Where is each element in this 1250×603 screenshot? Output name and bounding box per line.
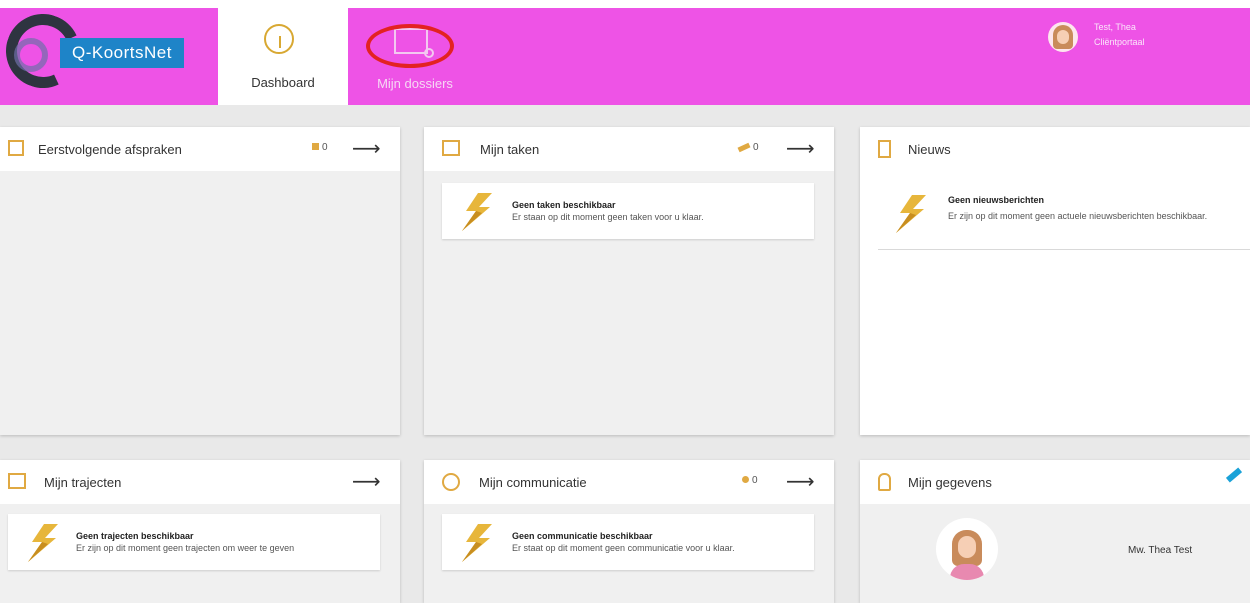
profile-name: Mw. Thea Test	[1128, 545, 1193, 556]
list-item: Geen taken beschikbaar Er staan op dit m…	[442, 183, 814, 239]
card-trajecten-header[interactable]: Mijn trajecten ⟶	[0, 460, 400, 504]
trajecten-empty-title: Geen trajecten beschikbaar	[76, 531, 194, 541]
card-afspraken-header[interactable]: Eerstvolgende afspraken 0 ⟶	[0, 127, 400, 171]
card-nieuws-title: Nieuws	[908, 142, 951, 157]
person-icon	[878, 473, 891, 491]
gauge-icon	[264, 24, 294, 54]
arrow-right-icon[interactable]: ⟶	[352, 136, 381, 161]
communicatie-empty-title: Geen communicatie beschikbaar	[512, 531, 653, 541]
card-gegevens-title: Mijn gegevens	[908, 475, 992, 490]
highlight-circle	[366, 24, 454, 68]
afspraken-count: 0	[312, 142, 328, 153]
arrow-right-icon[interactable]: ⟶	[786, 136, 815, 161]
list-item: Geen trajecten beschikbaar Er zijn op di…	[8, 514, 380, 570]
user-name: Test, Thea	[1094, 22, 1136, 32]
taken-empty-title: Geen taken beschikbaar	[512, 200, 616, 210]
list-item: Geen nieuwsberichten Er zijn op dit mome…	[878, 181, 1250, 249]
user-role: Cliëntportaal	[1094, 37, 1145, 47]
card-communicatie: Mijn communicatie 0 ⟶ Geen communicatie …	[424, 460, 834, 603]
logo[interactable]: Q-KoortsNet	[6, 8, 216, 105]
card-afspraken: Eerstvolgende afspraken 0 ⟶	[0, 127, 400, 435]
arrow-right-icon[interactable]: ⟶	[786, 469, 815, 494]
arrow-right-icon[interactable]: ⟶	[352, 469, 381, 494]
card-taken-title: Mijn taken	[480, 142, 540, 157]
nieuws-empty-title: Geen nieuwsberichten	[948, 195, 1045, 205]
card-trajecten-title: Mijn trajecten	[44, 475, 122, 490]
taken-empty-text: Er staan op dit moment geen taken voor u…	[512, 212, 704, 222]
card-taken: Mijn taken 0 ⟶ Geen taken beschikbaar Er…	[424, 127, 834, 435]
task-icon	[442, 140, 460, 156]
list-item: Geen communicatie beschikbaar Er staat o…	[442, 514, 814, 570]
card-communicatie-title: Mijn communicatie	[479, 475, 587, 490]
taken-count: 0	[737, 142, 759, 153]
user-avatar[interactable]	[1048, 22, 1078, 52]
logo-text: Q-KoortsNet	[60, 38, 184, 68]
card-taken-header[interactable]: Mijn taken 0 ⟶	[424, 127, 834, 171]
communicatie-count: 0	[742, 475, 758, 486]
card-gegevens-header[interactable]: Mijn gegevens	[860, 460, 1250, 504]
card-trajecten: Mijn trajecten ⟶ Geen trajecten beschikb…	[0, 460, 400, 603]
card-nieuws: Nieuws Geen nieuwsberichten Er zijn op d…	[860, 127, 1250, 435]
nav-dashboard-label: Dashboard	[251, 75, 315, 90]
chat-icon	[442, 473, 460, 491]
news-icon	[878, 140, 891, 158]
calendar-icon	[8, 140, 24, 156]
top-bar	[0, 0, 1250, 8]
card-gegevens: Mijn gegevens Mw. Thea Test	[860, 460, 1250, 603]
nieuws-empty-text: Er zijn op dit moment geen actuele nieuw…	[948, 211, 1208, 221]
logo-q-icon	[14, 38, 48, 72]
trajecten-empty-text: Er zijn op dit moment geen trajecten om …	[76, 543, 295, 553]
card-nieuws-header[interactable]: Nieuws	[860, 127, 1250, 171]
nav-dashboard[interactable]: Dashboard	[218, 8, 348, 105]
card-afspraken-title: Eerstvolgende afspraken	[38, 142, 182, 157]
route-icon	[8, 473, 26, 489]
card-communicatie-header[interactable]: Mijn communicatie 0 ⟶	[424, 460, 834, 504]
communicatie-empty-text: Er staat op dit moment geen communicatie…	[512, 543, 735, 553]
nav-mijn-dossiers-label: Mijn dossiers	[377, 76, 453, 91]
avatar-face	[1057, 30, 1069, 44]
nav-mijn-dossiers[interactable]: Mijn dossiers	[360, 8, 470, 105]
profile-avatar	[936, 518, 998, 580]
